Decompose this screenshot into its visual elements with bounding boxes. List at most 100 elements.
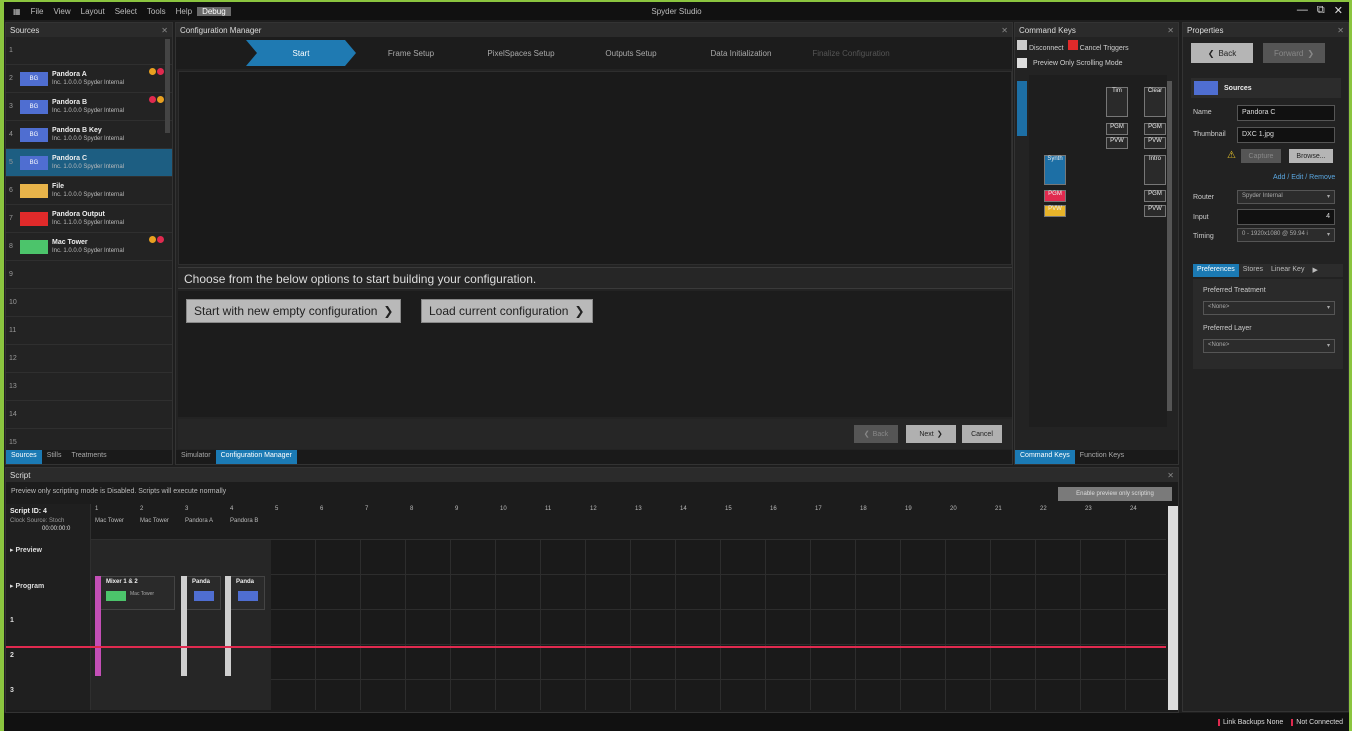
command-key[interactable]: Clear [1144,87,1166,117]
restore-icon[interactable]: ⧉ [1317,4,1325,17]
tab-simulator[interactable]: Simulator [176,450,216,464]
timeline-column-number[interactable]: 10 [500,506,507,512]
menu-layout[interactable]: Layout [76,7,110,16]
command-key[interactable]: PVW [1144,137,1166,149]
menu-file[interactable]: File [26,7,49,16]
tab-sources[interactable]: Sources [6,450,42,464]
command-key[interactable]: PGM [1144,190,1166,202]
minimize-icon[interactable]: — [1297,4,1308,17]
preferred-treatment-select[interactable]: <None> ▾ [1203,301,1335,315]
enable-preview-scripting-button[interactable]: Enable preview only scripting [1058,487,1172,501]
menu-debug[interactable]: Debug [197,6,231,16]
source-list-item[interactable]: 2 BG Pandora A Inc. 1.0.0.0 Spyder Internal [6,65,172,93]
timeline-column-number[interactable]: 24 [1130,506,1137,512]
timeline-column-number[interactable]: 2 [140,506,143,512]
timeline-column-number[interactable]: 13 [635,506,642,512]
cancel-button[interactable]: Cancel [962,425,1002,443]
timeline-column-number[interactable]: 7 [365,506,368,512]
clip-handle[interactable] [181,576,187,676]
page-side-tab[interactable] [1017,81,1027,136]
sources-scrollbar[interactable] [165,39,170,133]
clip-handle[interactable] [225,576,231,676]
tab-treatments[interactable]: Treatments [66,450,111,464]
panel-close-icon[interactable]: ✕ [1001,26,1008,35]
timeline-column-number[interactable]: 22 [1040,506,1047,512]
source-list-item[interactable]: 1 [6,37,172,65]
step-outputs-setup[interactable]: Outputs Setup [576,40,686,66]
source-list-item[interactable]: 6 File Inc. 1.0.0.0 Spyder Internal [6,177,172,205]
name-field[interactable]: Pandora C [1237,105,1335,121]
command-key[interactable]: PVW [1144,205,1166,217]
command-key[interactable]: PVW [1106,137,1128,149]
panel-close-icon[interactable]: ✕ [1167,26,1174,35]
tab-stills[interactable]: Stills [42,450,67,464]
timeline-column-number[interactable]: 15 [725,506,732,512]
load-current-config-button[interactable]: Load current configuration ❯ [421,299,593,323]
timeline-column-number[interactable]: 1 [95,506,98,512]
timeline-column-number[interactable]: 17 [815,506,822,512]
timeline-column-number[interactable]: 20 [950,506,957,512]
command-key[interactable]: Synth [1044,155,1066,185]
thumbnail-field[interactable]: DXC 1.jpg [1237,127,1335,143]
timeline-column-number[interactable]: 23 [1085,506,1092,512]
command-key[interactable]: PGM [1144,123,1166,135]
menu-help[interactable]: Help [171,7,197,16]
source-list-item[interactable]: 12 [6,345,172,373]
tab-stores[interactable]: Stores [1239,264,1267,277]
checkbox-icon[interactable] [1017,58,1027,68]
source-list-item[interactable]: 14 [6,401,172,429]
disconnect-button[interactable]: Disconnect [1017,40,1064,52]
timeline-column-number[interactable]: 9 [455,506,458,512]
cmdkeys-scrollbar[interactable] [1167,81,1172,411]
source-list-item[interactable]: 9 [6,261,172,289]
capture-button[interactable]: Capture [1241,149,1281,163]
timing-select[interactable]: 0 - 1920x1080 @ 59.94 i ▾ [1237,228,1335,242]
timeline-column-number[interactable]: 11 [545,506,551,512]
back-button[interactable]: ❮ Back [854,425,898,443]
panel-close-icon[interactable]: ✕ [1167,471,1174,480]
source-list-item[interactable]: 8 Mac Tower Inc. 1.0.0.0 Spyder Internal [6,233,172,261]
source-list-item[interactable]: 10 [6,289,172,317]
source-list-item[interactable]: 5 BG Pandora C Inc. 1.0.0.0 Spyder Internal [6,149,172,177]
timeline-grid[interactable]: Mixer 1 & 2 Mac Tower Panda Panda [91,540,1166,710]
start-new-config-button[interactable]: Start with new empty configuration ❯ [186,299,402,323]
tab-preferences[interactable]: Preferences [1193,264,1239,277]
close-icon[interactable]: ✕ [1334,4,1343,17]
source-list-item[interactable]: 4 BG Pandora B Key Inc. 1.0.0.0 Spyder Inte… [6,121,172,149]
step-data-initialization[interactable]: Data Initialization [686,40,796,66]
clip-handle[interactable] [95,576,101,676]
timeline-column-number[interactable]: 16 [770,506,777,512]
command-key[interactable]: Tim [1106,87,1128,117]
step-pixelspaces-setup[interactable]: PixelSpaces Setup [466,40,576,66]
timeline-column-number[interactable]: 19 [905,506,912,512]
timeline-column-number[interactable]: 5 [275,506,278,512]
input-stepper[interactable]: 4 [1237,209,1335,225]
timeline-column-number[interactable]: 8 [410,506,413,512]
timeline-column-number[interactable]: 4 [230,506,233,512]
props-back-button[interactable]: ❮ Back [1191,43,1253,63]
timeline-column-number[interactable]: 14 [680,506,687,512]
add-edit-remove-links[interactable]: Add / Edit / Remove [1273,174,1335,181]
tab-linear-key[interactable]: Linear Key [1267,264,1308,277]
timeline-playhead[interactable] [6,646,1166,648]
timeline-clip[interactable]: Mixer 1 & 2 Mac Tower [95,576,175,610]
menu-select[interactable]: Select [110,7,142,16]
source-list-item[interactable]: 11 [6,317,172,345]
step-start[interactable]: Start [246,40,356,66]
command-key[interactable]: Intro [1144,155,1166,185]
panel-close-icon[interactable]: ✕ [1337,26,1344,35]
props-forward-button[interactable]: Forward ❯ [1263,43,1325,63]
preferred-layer-select[interactable]: <None> ▾ [1203,339,1335,353]
router-select[interactable]: Spyder Internal ▾ [1237,190,1335,204]
preview-only-toggle[interactable]: Preview Only Scrolling Mode [1015,55,1178,71]
tab-function-keys[interactable]: Function Keys [1075,450,1129,464]
step-frame-setup[interactable]: Frame Setup [356,40,466,66]
browse-button[interactable]: Browse... [1289,149,1333,163]
menu-view[interactable]: View [48,7,75,16]
timeline-scrollbar[interactable] [1168,506,1178,710]
source-list-item[interactable]: 3 BG Pandora B Inc. 1.0.0.0 Spyder Internal [6,93,172,121]
next-button[interactable]: Next ❯ [906,425,956,443]
command-key[interactable]: PGM [1044,190,1066,202]
source-list-item[interactable]: 7 Pandora Output Inc. 1.1.0.0 Spyder Inter… [6,205,172,233]
timeline-column-number[interactable]: 3 [185,506,188,512]
